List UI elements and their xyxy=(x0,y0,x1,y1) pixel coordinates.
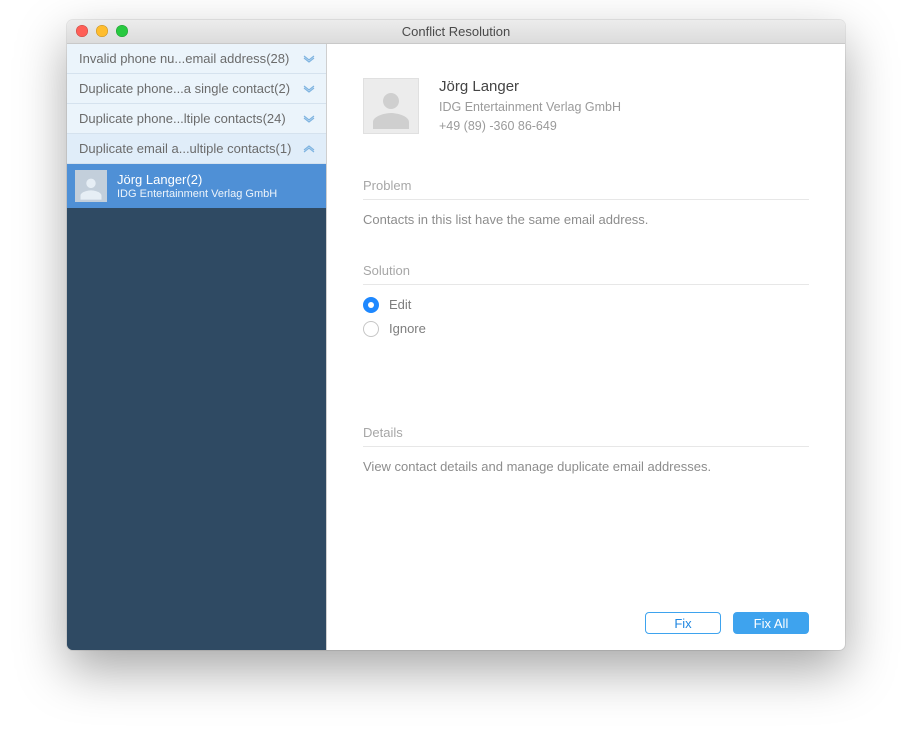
titlebar[interactable]: Conflict Resolution xyxy=(67,20,845,44)
solution-option-edit[interactable]: Edit xyxy=(363,297,809,313)
chevron-down-icon xyxy=(302,54,316,64)
chevron-down-icon xyxy=(302,84,316,94)
fix-all-button[interactable]: Fix All xyxy=(733,612,809,634)
radio-label: Ignore xyxy=(389,321,426,336)
contact-org: IDG Entertainment Verlag GmbH xyxy=(117,188,277,200)
category-dup-phone-multiple[interactable]: Duplicate phone...ltiple contacts(24) xyxy=(67,104,326,134)
problem-label: Problem xyxy=(363,178,809,193)
category-count: (1) xyxy=(276,141,292,156)
divider xyxy=(363,284,809,285)
contact-header: Jörg Langer IDG Entertainment Verlag Gmb… xyxy=(363,78,809,136)
sidebar-spacer xyxy=(67,208,326,650)
window-controls xyxy=(76,25,128,37)
radio-icon xyxy=(363,297,379,313)
category-label: Duplicate phone...ltiple contacts xyxy=(79,111,263,126)
radio-icon xyxy=(363,321,379,337)
category-dup-phone-single[interactable]: Duplicate phone...a single contact(2) xyxy=(67,74,326,104)
fix-button[interactable]: Fix xyxy=(645,612,721,634)
window-title: Conflict Resolution xyxy=(67,24,845,39)
avatar-icon xyxy=(363,78,419,134)
category-count: (24) xyxy=(263,111,286,126)
details-label: Details xyxy=(363,425,809,440)
contact-count: (2) xyxy=(186,172,202,187)
zoom-window-button[interactable] xyxy=(116,25,128,37)
sidebar-contact-selected[interactable]: Jörg Langer(2) IDG Entertainment Verlag … xyxy=(67,164,326,208)
sidebar: Invalid phone nu...email address(28) Dup… xyxy=(67,44,327,650)
avatar-icon xyxy=(75,170,107,202)
category-count: (28) xyxy=(266,51,289,66)
category-invalid-phone-email[interactable]: Invalid phone nu...email address(28) xyxy=(67,44,326,74)
category-label: Duplicate phone...a single contact xyxy=(79,81,274,96)
category-dup-email-multiple[interactable]: Duplicate email a...ultiple contacts(1) xyxy=(67,134,326,164)
solution-option-ignore[interactable]: Ignore xyxy=(363,321,809,337)
close-window-button[interactable] xyxy=(76,25,88,37)
footer-buttons: Fix Fix All xyxy=(363,602,809,634)
chevron-up-icon xyxy=(302,144,316,154)
radio-label: Edit xyxy=(389,297,411,312)
contact-name: Jörg Langer xyxy=(439,78,621,95)
contact-org: IDG Entertainment Verlag GmbH xyxy=(439,98,621,117)
main-panel: Jörg Langer IDG Entertainment Verlag Gmb… xyxy=(327,44,845,650)
category-label: Duplicate email a...ultiple contacts xyxy=(79,141,276,156)
contact-name: Jörg Langer xyxy=(117,172,186,187)
solution-label: Solution xyxy=(363,263,809,278)
contact-phone: +49 (89) -360 86-649 xyxy=(439,117,621,136)
category-count: (2) xyxy=(274,81,290,96)
details-text: View contact details and manage duplicat… xyxy=(363,459,809,474)
divider xyxy=(363,446,809,447)
minimize-window-button[interactable] xyxy=(96,25,108,37)
conflict-resolution-window: Conflict Resolution Invalid phone nu...e… xyxy=(67,20,845,650)
window-body: Invalid phone nu...email address(28) Dup… xyxy=(67,44,845,650)
category-label: Invalid phone nu...email address xyxy=(79,51,266,66)
solution-options: Edit Ignore xyxy=(363,297,809,345)
chevron-down-icon xyxy=(302,114,316,124)
problem-text: Contacts in this list have the same emai… xyxy=(363,212,809,227)
divider xyxy=(363,199,809,200)
